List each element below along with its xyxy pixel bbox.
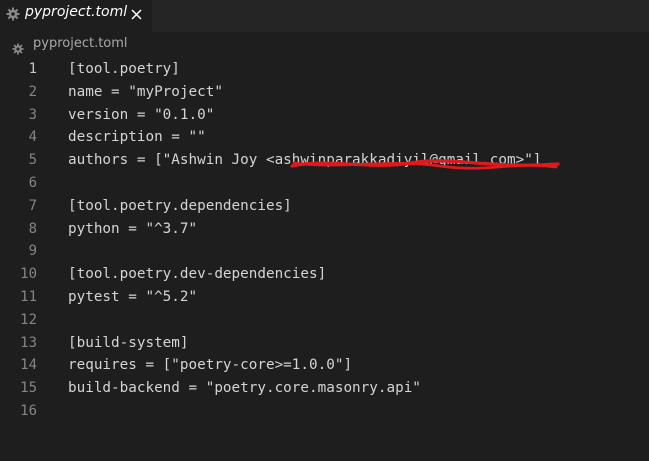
tab-title: pyproject.toml xyxy=(25,4,128,20)
line-number: 3 xyxy=(28,106,37,123)
code-line[interactable]: pytest = "^5.2" xyxy=(68,286,541,309)
gear-icon xyxy=(6,6,20,21)
breadcrumb: pyproject.toml xyxy=(0,32,649,58)
code-line[interactable]: [tool.poetry] xyxy=(68,58,541,81)
code-editor[interactable]: 1 2 3 4 5 6 7 8 9 10 11 12 13 14 15 16 [tool.poetry] nam… xyxy=(0,58,649,461)
code-line[interactable]: python = "^3.7" xyxy=(68,218,541,241)
line-number: 9 xyxy=(28,243,37,260)
code-line[interactable]: requires = ["poetry-core>=1.0.0"] xyxy=(68,354,541,377)
code-line[interactable] xyxy=(68,400,541,423)
code-area[interactable]: [tool.poetry] name = "myProject" version =… xyxy=(68,58,541,423)
line-number: 8 xyxy=(28,220,37,237)
code-line[interactable] xyxy=(68,172,541,195)
code-line[interactable] xyxy=(68,309,541,332)
code-line[interactable]: authors = ["Ashwin Joy <ashwinparakkadiy… xyxy=(68,149,541,172)
line-number: 11 xyxy=(20,288,37,305)
line-number: 1 xyxy=(28,61,37,77)
line-number: 16 xyxy=(20,402,37,419)
gear-icon xyxy=(12,40,24,55)
line-number: 15 xyxy=(20,380,37,397)
code-line[interactable] xyxy=(68,240,541,263)
line-number-gutter: 1 2 3 4 5 6 7 8 9 10 11 12 13 14 15 16 xyxy=(0,58,46,423)
code-line[interactable]: [tool.poetry.dev-dependencies] xyxy=(68,263,541,286)
code-line[interactable]: [tool.poetry.dependencies] xyxy=(68,195,541,218)
line-number: 6 xyxy=(28,174,37,191)
line-number: 13 xyxy=(20,334,37,351)
breadcrumb-file[interactable]: pyproject.toml xyxy=(33,36,128,51)
tab-bar: pyproject.toml xyxy=(0,0,649,32)
line-number: 7 xyxy=(28,197,37,214)
line-number: 14 xyxy=(20,357,37,374)
line-number: 12 xyxy=(20,311,37,328)
code-line[interactable]: version = "0.1.0" xyxy=(68,104,541,127)
line-number: 5 xyxy=(28,152,37,169)
code-line[interactable]: build-backend = "poetry.core.masonry.api… xyxy=(68,377,541,400)
code-line[interactable]: name = "myProject" xyxy=(68,81,541,104)
close-icon[interactable] xyxy=(130,6,143,20)
tab-pyproject-toml[interactable]: pyproject.toml xyxy=(0,0,152,32)
line-number: 2 xyxy=(28,83,37,100)
line-number: 10 xyxy=(20,266,37,283)
line-number: 4 xyxy=(28,129,37,146)
code-line[interactable]: [build-system] xyxy=(68,332,541,355)
code-line[interactable]: description = "" xyxy=(68,126,541,149)
